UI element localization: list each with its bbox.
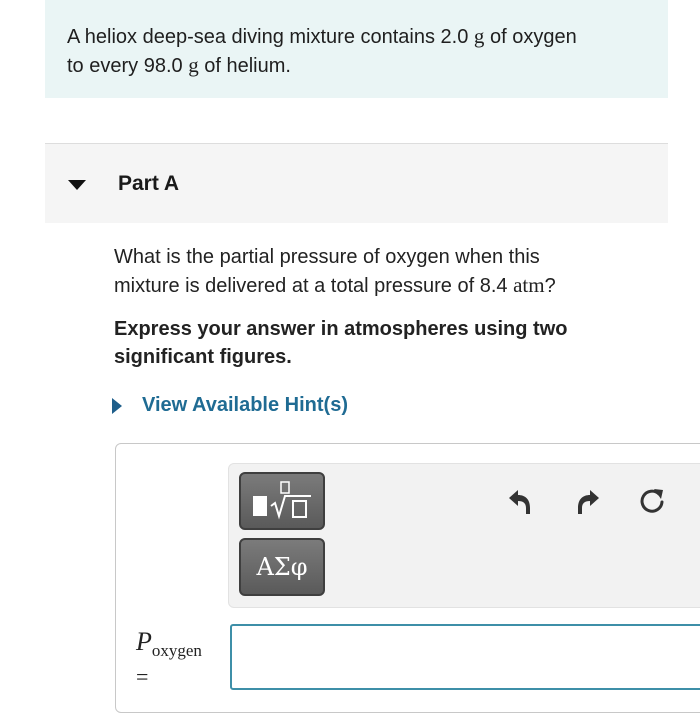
problem-text: of oxygen <box>484 26 577 48</box>
undo-icon[interactable] <box>505 486 535 516</box>
answer-panel: ΑΣφ Poxygen = <box>115 443 700 713</box>
unit-atm: atm <box>513 273 545 297</box>
problem-statement: A heliox deep-sea diving mixture contain… <box>45 0 668 98</box>
question-text-part: mixture is delivered at a total pressure… <box>114 275 514 297</box>
part-title: Part A <box>118 172 180 195</box>
templates-icon <box>253 481 311 520</box>
math-toolbar: ΑΣφ <box>228 463 700 608</box>
answer-instruction: Express your answer in atmospheres using… <box>114 318 568 368</box>
view-hints-link[interactable]: View Available Hint(s) <box>142 394 348 417</box>
question-line-1: What is the partial pressure of oxygen w… <box>114 246 540 268</box>
variable-label: Poxygen <box>136 627 202 661</box>
symbols-button[interactable]: ΑΣφ <box>239 538 325 596</box>
symbols-label: ΑΣφ <box>256 553 308 581</box>
templates-button[interactable] <box>239 472 325 530</box>
equals-sign: = <box>136 664 149 689</box>
part-a-header[interactable]: Part A <box>45 143 668 223</box>
redo-icon[interactable] <box>573 486 603 516</box>
collapse-caret-icon[interactable] <box>68 180 86 190</box>
question-text: What is the partial pressure of oxygen w… <box>114 243 654 300</box>
problem-line-1: A heliox deep-sea diving mixture contain… <box>67 22 646 51</box>
variable-subscript: oxygen <box>151 641 202 660</box>
variable-symbol: P <box>136 627 152 656</box>
problem-text: of helium. <box>198 55 291 77</box>
reset-icon[interactable] <box>637 486 667 516</box>
answer-input[interactable] <box>230 624 700 690</box>
problem-text: to every 98.0 <box>67 55 189 77</box>
question-line-2: mixture is delivered at a total pressure… <box>114 271 654 300</box>
unit-gram: g <box>188 53 199 77</box>
expand-caret-icon[interactable] <box>112 398 122 414</box>
problem-text: A heliox deep-sea diving mixture contain… <box>67 26 474 48</box>
unit-gram: g <box>473 24 485 48</box>
question-text-part: ? <box>544 275 556 297</box>
problem-line-2: to every 98.0 g of helium. <box>67 51 646 80</box>
